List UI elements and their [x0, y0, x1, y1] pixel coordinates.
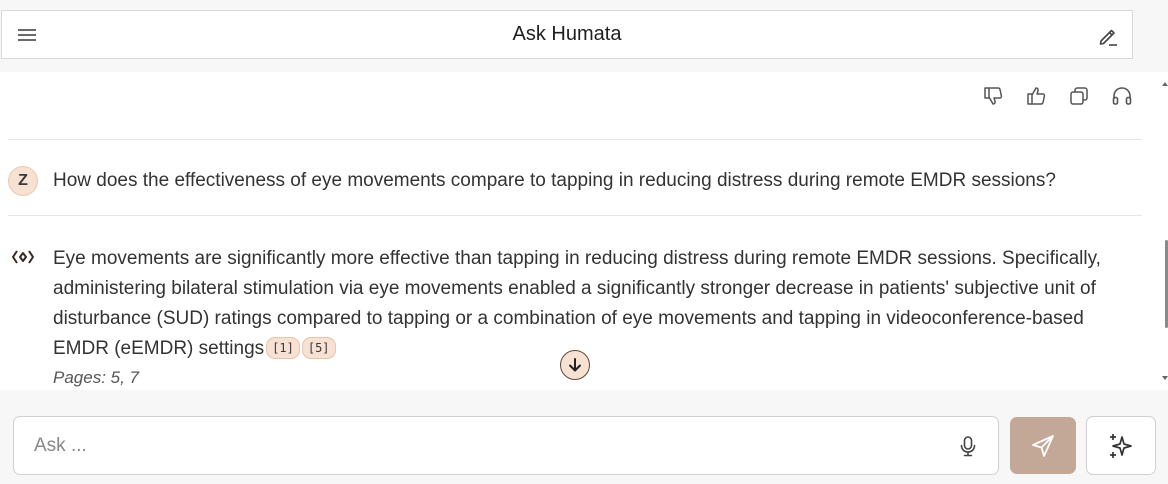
ask-input[interactable] — [14, 425, 934, 466]
answer-body: Eye movements are significantly more eff… — [53, 248, 1101, 359]
divider — [8, 139, 1142, 140]
send-icon — [1032, 434, 1054, 457]
send-button[interactable] — [1010, 417, 1076, 474]
chat-thread: Z How does the effectiveness of eye move… — [0, 72, 1160, 390]
chat-scrollbar[interactable] — [1160, 72, 1168, 390]
scroll-up-arrow-icon[interactable] — [1162, 82, 1168, 86]
divider — [8, 215, 1142, 216]
new-chat-edit-icon[interactable] — [1096, 24, 1120, 48]
citation-badge[interactable]: [1] — [266, 337, 300, 359]
user-avatar: Z — [8, 166, 38, 196]
menu-icon[interactable] — [16, 25, 38, 45]
answer-text: Eye movements are significantly more eff… — [53, 244, 1133, 364]
humata-logo-icon — [8, 244, 38, 274]
sparkle-icon — [1110, 433, 1132, 458]
page-title: Ask Humata — [512, 23, 622, 45]
thumbs-down-icon[interactable] — [981, 84, 1005, 108]
thumbs-up-icon[interactable] — [1024, 84, 1048, 108]
message-actions — [981, 84, 1134, 108]
copy-icon[interactable] — [1067, 84, 1091, 108]
microphone-icon[interactable] — [956, 434, 980, 458]
user-message: Z How does the effectiveness of eye move… — [8, 166, 1142, 196]
scroll-down-arrow-icon[interactable] — [1162, 376, 1168, 380]
source-pages: Pages: 5, 7 — [53, 368, 140, 387]
question-text: How does the effectiveness of eye moveme… — [53, 170, 1056, 191]
citation-badge[interactable]: [5] — [301, 337, 336, 359]
scroll-to-bottom-button[interactable] — [560, 350, 590, 380]
chat-header: Ask Humata — [1, 10, 1133, 59]
sparkle-button[interactable] — [1086, 416, 1156, 475]
headphones-icon[interactable] — [1110, 84, 1134, 108]
ask-input-box — [13, 416, 999, 475]
